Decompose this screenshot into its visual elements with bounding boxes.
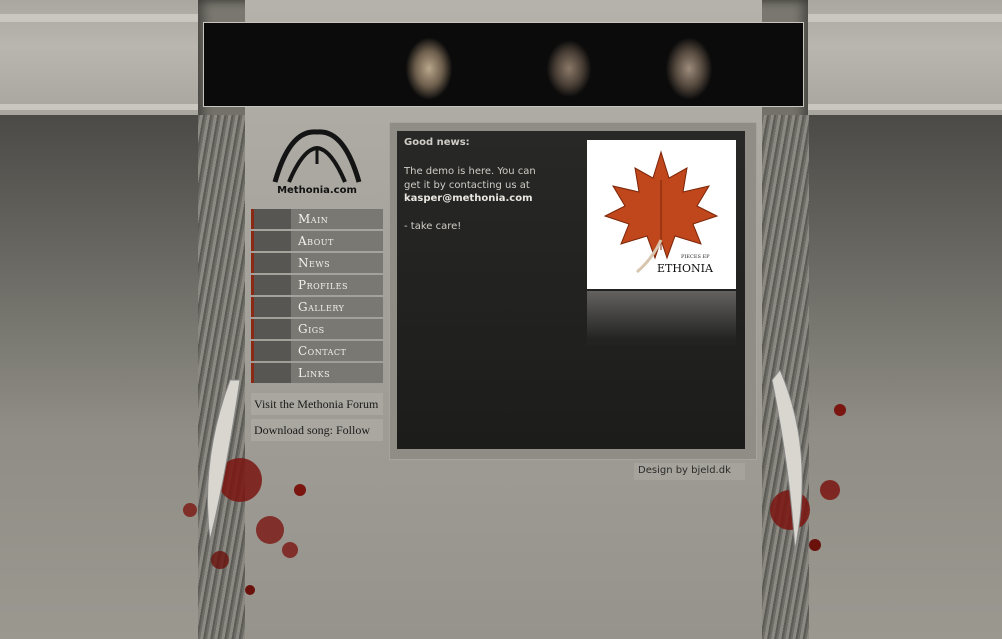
cover-subtitle: PIECES EP xyxy=(681,254,710,260)
news-body: The demo is here. You can get it by cont… xyxy=(404,165,574,193)
nav-item-links[interactable]: Links xyxy=(251,363,383,383)
nav-item-label: Profiles xyxy=(298,278,348,292)
band-member-photo xyxy=(384,23,474,106)
band-banner xyxy=(203,22,804,107)
nav-item-main[interactable]: Main xyxy=(251,209,383,229)
news-body-line: The demo is here. You can xyxy=(404,166,536,177)
contact-email-link[interactable]: kasper@methonia.com xyxy=(404,193,533,204)
logo-text: Methonia.com xyxy=(277,185,357,196)
design-credit-link[interactable]: Design by bjeld.dk xyxy=(634,463,745,480)
nav-item-gigs[interactable]: Gigs xyxy=(251,319,383,339)
band-member-photo xyxy=(524,23,614,106)
main-nav: Main About News Profiles Gallery Gigs Co… xyxy=(251,209,383,385)
news-body-line: get it by contacting us at xyxy=(404,180,530,191)
nav-item-profiles[interactable]: Profiles xyxy=(251,275,383,295)
nav-item-news[interactable]: News xyxy=(251,253,383,273)
forum-link-label: Visit the Methonia Forum xyxy=(254,397,379,411)
album-cover[interactable]: PIECES EP ETHONIA xyxy=(587,140,736,289)
site-logo[interactable]: Methonia.com xyxy=(255,124,379,200)
cover-band-name: ETHONIA xyxy=(657,262,713,275)
news-signoff: - take care! xyxy=(404,221,462,232)
news-heading: Good news: xyxy=(404,137,470,148)
download-song-link[interactable]: Download song: Follow xyxy=(251,419,383,441)
nav-item-label: Main xyxy=(298,212,329,226)
nav-item-label: About xyxy=(298,234,334,248)
nav-item-gallery[interactable]: Gallery xyxy=(251,297,383,317)
nav-item-contact[interactable]: Contact xyxy=(251,341,383,361)
forum-link[interactable]: Visit the Methonia Forum xyxy=(251,393,383,415)
methonia-logo-icon xyxy=(272,129,362,183)
nav-item-label: News xyxy=(298,256,331,270)
nav-item-label: Contact xyxy=(298,344,347,358)
nav-item-label: Links xyxy=(298,366,331,380)
design-credit-label: Design by bjeld.dk xyxy=(638,465,731,476)
nav-item-label: Gigs xyxy=(298,322,325,336)
download-song-label: Download song: Follow xyxy=(254,423,371,437)
band-member-photo xyxy=(644,23,734,106)
album-cover-reflection xyxy=(587,291,736,345)
nav-item-about[interactable]: About xyxy=(251,231,383,251)
nav-item-label: Gallery xyxy=(298,300,345,314)
